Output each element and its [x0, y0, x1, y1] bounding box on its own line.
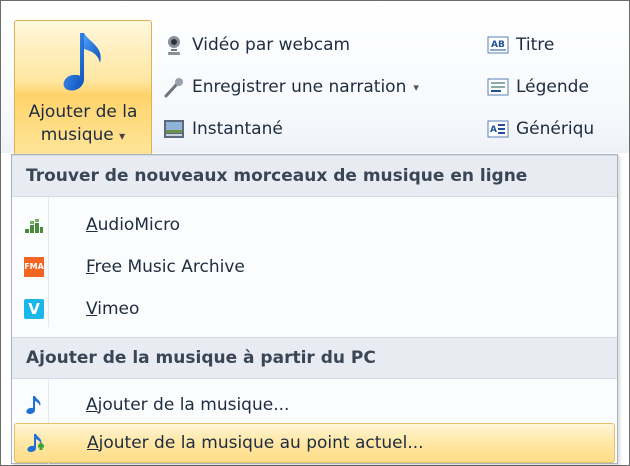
webcam-video-label: Vidéo par webcam — [192, 35, 351, 55]
title-icon: AB — [487, 36, 509, 54]
title-label: Titre — [516, 35, 555, 55]
snapshot-label: Instantané — [192, 119, 283, 139]
snapshot-icon — [164, 120, 184, 138]
add-music-label-line1: Ajouter de la — [28, 102, 138, 122]
webcam-icon — [168, 36, 180, 55]
section-header-online: Trouver de nouveaux morceaux de musique … — [12, 155, 617, 197]
caption-button[interactable]: Légende — [487, 73, 589, 101]
microphone-icon — [164, 78, 183, 98]
music-add-icon — [27, 434, 44, 452]
webcam-video-button[interactable]: Vidéo par webcam — [163, 31, 350, 59]
menu-item-audiomicro[interactable]: AudioMicro — [14, 205, 615, 245]
menu-item-add-music-at-current-point[interactable]: Ajouter de la musique au point actuel... — [14, 423, 615, 463]
snapshot-button[interactable]: Instantané — [163, 115, 283, 143]
menu-item-free-music-archive[interactable]: FMA Free Music Archive — [14, 247, 615, 287]
caption-icon — [487, 78, 509, 96]
record-narration-label: Enregistrer une narration — [192, 77, 407, 97]
section-header-pc: Ajouter de la musique à partir du PC — [12, 337, 617, 379]
add-music-button[interactable]: Ajouter de la musique ▾ — [14, 20, 152, 156]
vimeo-icon: V — [24, 299, 44, 319]
caption-label: Légende — [516, 77, 589, 97]
fma-icon: FMA — [24, 257, 44, 277]
title-button[interactable]: AB Titre — [487, 31, 554, 59]
credits-label: Génériqu — [516, 119, 595, 139]
dropdown-arrow-icon: ▾ — [119, 129, 126, 143]
ribbon: Ajouter de la musique ▾ Vidéo par webcam… — [1, 1, 629, 156]
svg-text:AB: AB — [491, 40, 505, 50]
credits-icon: A — [487, 120, 509, 138]
music-note-icon — [63, 33, 101, 91]
audiomicro-icon — [25, 219, 43, 233]
menu-item-vimeo[interactable]: V Vimeo — [14, 289, 615, 329]
svg-text:A: A — [490, 125, 497, 135]
add-music-label-line2: musique ▾ — [40, 125, 126, 145]
add-music-dropdown-menu: Trouver de nouveaux morceaux de musique … — [11, 154, 618, 465]
music-note-icon — [26, 396, 41, 414]
dropdown-arrow-icon: ▾ — [413, 80, 419, 94]
credits-button[interactable]: A Génériqu — [487, 115, 594, 143]
menu-item-add-music[interactable]: Ajouter de la musique... — [14, 385, 615, 425]
record-narration-button[interactable]: Enregistrer une narration ▾ — [163, 73, 419, 101]
